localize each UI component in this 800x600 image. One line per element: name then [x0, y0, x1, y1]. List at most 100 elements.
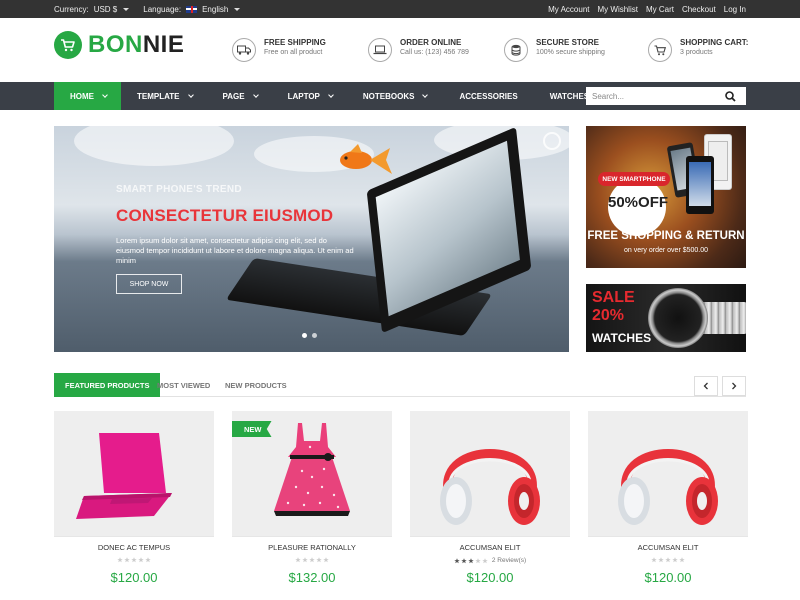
slide-subtitle: SMART PHONE'S TREND	[116, 184, 242, 195]
star-icon	[665, 557, 671, 563]
logo-text: BONNIE	[88, 31, 184, 59]
shop-now-button[interactable]: SHOP NOW	[116, 274, 182, 294]
pink-laptop-image	[76, 433, 172, 519]
smartphone-banner[interactable]: NEW SMARTPHONE 50%OFF FREE SHOPPING & RE…	[586, 126, 746, 268]
free-shipping-info: FREE SHIPPING Free on all product	[232, 38, 326, 62]
search-input[interactable]	[586, 88, 716, 104]
product-price: $120.00	[466, 570, 514, 585]
divider	[54, 536, 214, 537]
sale-text: SALE	[592, 289, 635, 306]
cart-logo-icon	[54, 31, 82, 59]
logo[interactable]: BONNIE	[54, 31, 184, 59]
star-icon	[124, 557, 130, 563]
product-card[interactable]: ACCUMSAN ELIT $120.00	[588, 411, 748, 600]
star-icon	[679, 557, 685, 563]
review-count-link[interactable]: 2 Review(s)	[492, 557, 526, 564]
carousel-prev-button[interactable]	[694, 376, 718, 396]
new-smartphone-tag: NEW SMARTPHONE	[598, 172, 670, 186]
order-online-title: ORDER ONLINE	[400, 38, 462, 47]
database-icon	[504, 38, 528, 62]
product-image[interactable]	[54, 411, 214, 536]
nav-item-page[interactable]: PAGE	[207, 82, 272, 110]
free-shipping-title: FREE SHIPPING	[264, 38, 326, 47]
shopping-cart-count: 3 products	[680, 49, 713, 56]
chevron-down-icon	[102, 91, 108, 98]
star-icon	[468, 557, 474, 563]
currency-value: USD $	[93, 4, 118, 14]
star-icon	[295, 557, 301, 563]
nav-item-notebooks[interactable]: NOTEBOOKS	[347, 82, 442, 110]
star-icon	[302, 557, 308, 563]
nav-item-label: ACCESSORIES	[459, 91, 518, 101]
tab-featured-products[interactable]: FEATURED PRODUCTS	[54, 373, 161, 397]
watches-label: WATCHES	[592, 331, 652, 345]
product-image[interactable]	[588, 411, 748, 536]
watch-image	[648, 288, 708, 348]
divider	[410, 536, 570, 537]
my-account-link[interactable]: My Account	[548, 5, 589, 14]
nav-item-accessories[interactable]: ACCESSORIES	[441, 82, 533, 110]
product-name[interactable]: PLEASURE RATIONALLY	[232, 543, 392, 552]
language-label: Language:	[143, 4, 182, 14]
language-selector[interactable]: Language: English	[143, 4, 241, 14]
secure-store-sub: 100% secure shipping	[536, 49, 605, 56]
chevron-down-icon	[187, 91, 194, 98]
nav-item-template[interactable]: TEMPLATE	[121, 82, 207, 110]
nav-item-label: LAPTOP	[287, 91, 320, 101]
caret-down-icon	[234, 7, 241, 11]
star-icon	[658, 557, 664, 563]
language-value: English	[202, 4, 229, 14]
laptop-icon	[368, 38, 392, 62]
login-link[interactable]: Log In	[724, 5, 746, 14]
currency-selector[interactable]: Currency: USD $	[54, 4, 130, 14]
rating-stars	[295, 557, 329, 563]
product-price: $120.00	[644, 570, 692, 585]
product-tabs: FEATURED PRODUCTS MOST VIEWED NEW PRODUC…	[54, 373, 746, 397]
divider	[588, 536, 748, 537]
product-name[interactable]: ACCUMSAN ELIT	[410, 543, 570, 552]
hero-slider[interactable]: SMART PHONE'S TREND CONSECTETUR EIUSMOD …	[54, 126, 569, 352]
search-button[interactable]	[716, 87, 744, 105]
product-card[interactable]: NEW PLEASURE RATIONALLY $132.00	[232, 411, 392, 600]
cart-icon	[648, 38, 672, 62]
discount-text: 50%OFF	[608, 194, 669, 211]
product-image[interactable]	[410, 411, 570, 536]
nav-item-label: HOME	[70, 91, 94, 101]
chevron-right-icon	[732, 382, 737, 390]
shopping-cart-info[interactable]: SHOPPING CART: 3 products	[648, 38, 748, 62]
slide-title: CONSECTETUR EIUSMOD	[116, 206, 334, 225]
carousel-next-button[interactable]	[722, 376, 746, 396]
secure-store-info: SECURE STORE 100% secure shipping	[504, 38, 605, 62]
watches-banner[interactable]: SALE 20% WATCHES	[586, 284, 746, 352]
cloud-decoration	[74, 126, 234, 166]
slider-dot[interactable]	[302, 333, 307, 338]
sale-percent: 20%	[592, 307, 625, 324]
my-cart-link[interactable]: My Cart	[646, 5, 674, 14]
nav-item-home[interactable]: HOME	[54, 82, 121, 110]
checkout-link[interactable]: Checkout	[682, 5, 716, 14]
nav-item-label: TEMPLATE	[137, 91, 180, 101]
rating-stars	[454, 557, 488, 564]
slider-timer-icon	[543, 132, 561, 150]
product-rating	[54, 557, 214, 563]
chevron-left-icon	[703, 382, 708, 390]
star-icon	[475, 557, 481, 563]
tab-most-viewed[interactable]: MOST VIEWED	[157, 373, 210, 397]
logo-text-green: BON	[88, 31, 143, 58]
banner-subtext: on very order over $500.00	[623, 247, 709, 254]
nav-item-laptop[interactable]: LAPTOP	[272, 82, 347, 110]
star-icon	[323, 557, 329, 563]
product-card[interactable]: DONEC AC TEMPUS $120.00	[54, 411, 214, 600]
product-price: $132.00	[288, 570, 336, 585]
product-name[interactable]: ACCUMSAN ELIT	[588, 543, 748, 552]
my-wishlist-link[interactable]: My Wishlist	[598, 5, 638, 14]
slider-dot[interactable]	[312, 333, 317, 338]
product-card[interactable]: ACCUMSAN ELIT 2 Review(s) $120.00	[410, 411, 570, 600]
logo-text-dark: NIE	[142, 31, 185, 58]
tab-new-products[interactable]: NEW PRODUCTS	[225, 373, 287, 397]
product-rating	[588, 557, 748, 563]
currency-label: Currency:	[54, 4, 89, 14]
star-icon	[145, 557, 151, 563]
order-online-info: ORDER ONLINE Call us: (123) 456 789	[368, 38, 469, 62]
product-name[interactable]: DONEC AC TEMPUS	[54, 543, 214, 552]
